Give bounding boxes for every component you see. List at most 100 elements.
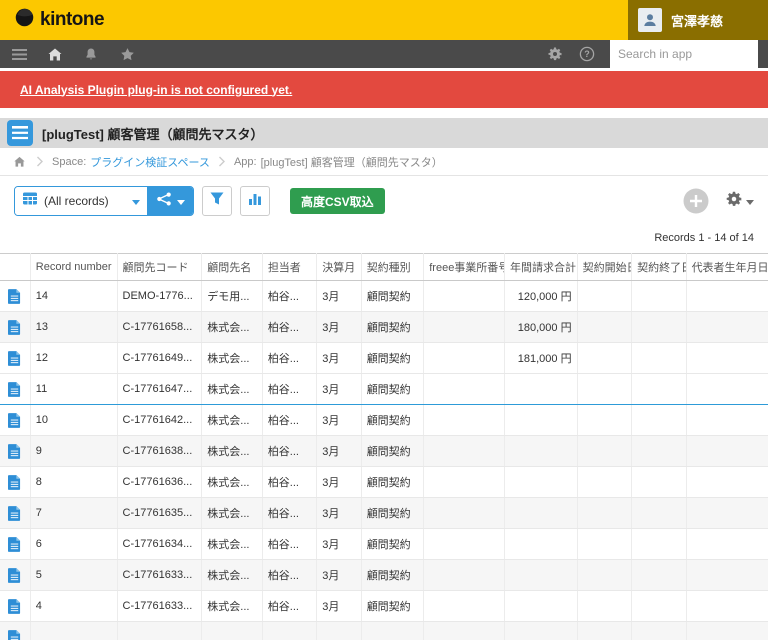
cell-client_code: C-17761649...	[117, 343, 202, 374]
cell-empty	[317, 622, 361, 640]
column-header[interactable]: 契約終了日	[632, 254, 686, 281]
table-row: 6C-17761634...株式会...柏谷...3月顧問契約	[0, 529, 768, 560]
record-detail-icon[interactable]	[8, 382, 21, 397]
favorites-star-icon[interactable]	[118, 45, 136, 63]
app-settings-button[interactable]	[725, 190, 754, 213]
record-detail-icon[interactable]	[8, 537, 21, 552]
settings-gear-icon[interactable]	[546, 45, 564, 63]
cell-rep_birthday	[686, 281, 768, 312]
cell-freee_office_no	[424, 312, 505, 343]
cell-record_number: 11	[30, 374, 117, 405]
view-selector[interactable]: (All records)	[15, 187, 147, 215]
user-menu[interactable]: 宮澤孝慈	[628, 0, 768, 40]
kintone-logo[interactable]: kintone	[14, 7, 104, 33]
cell-client_name: 株式会...	[202, 591, 263, 622]
column-header[interactable]: 年間請求合計	[504, 254, 577, 281]
cell-contract_start	[577, 405, 631, 436]
chevron-down-icon	[746, 192, 754, 210]
cell-empty	[632, 622, 686, 640]
column-header[interactable]: 顧問先コード	[117, 254, 202, 281]
view-toolbar: (All records) 高度CSV取込	[0, 186, 768, 216]
column-header[interactable]: 顧問先名	[202, 254, 263, 281]
help-icon[interactable]: ?	[578, 45, 596, 63]
filter-button[interactable]	[202, 186, 232, 216]
bar-chart-icon	[247, 191, 263, 211]
cell-staff: 柏谷...	[262, 405, 316, 436]
cell-contract_end	[632, 405, 686, 436]
record-detail-icon[interactable]	[8, 289, 21, 304]
cell-freee_office_no	[424, 529, 505, 560]
csv-import-button[interactable]: 高度CSV取込	[290, 188, 385, 214]
records-table-wrap: Record number顧問先コード顧問先名担当者決算月契約種別freee事業…	[0, 253, 768, 640]
cell-empty	[30, 622, 117, 640]
cell-client_name: 株式会...	[202, 374, 263, 405]
cell-freee_office_no	[424, 436, 505, 467]
record-detail-icon[interactable]	[8, 630, 21, 640]
cell-record_number: 13	[30, 312, 117, 343]
cell-freee_office_no	[424, 343, 505, 374]
cell-contract_type: 顧問契約	[361, 374, 424, 405]
cell-record_number: 7	[30, 498, 117, 529]
record-detail-icon[interactable]	[8, 475, 21, 490]
cell-client_name: 株式会...	[202, 498, 263, 529]
column-header[interactable]: 契約開始日	[577, 254, 631, 281]
cell-rep_birthday	[686, 560, 768, 591]
cell-contract_end	[632, 374, 686, 405]
cell-fiscal_month: 3月	[317, 498, 361, 529]
cell-contract_end	[632, 467, 686, 498]
cell-client_code: C-17761633...	[117, 591, 202, 622]
column-header[interactable]: 代表者生年月日	[686, 254, 768, 281]
cell-freee_office_no	[424, 560, 505, 591]
record-detail-icon[interactable]	[8, 320, 21, 335]
cell-fiscal_month: 3月	[317, 467, 361, 498]
breadcrumb-app-name: [plugTest] 顧客管理（顧問先マスタ）	[261, 154, 443, 170]
cell-client_code: C-17761636...	[117, 467, 202, 498]
record-detail-icon[interactable]	[8, 568, 21, 583]
column-header[interactable]: Record number	[30, 254, 117, 281]
filter-funnel-icon	[209, 191, 225, 211]
breadcrumb: Space: プラグイン検証スペース App: [plugTest] 顧客管理（…	[0, 148, 768, 176]
notifications-bell-icon[interactable]	[82, 45, 100, 63]
hamburger-menu-icon[interactable]	[10, 45, 28, 63]
table-view-icon	[22, 191, 38, 211]
cell-client_name: 株式会...	[202, 560, 263, 591]
cell-annual_total: 120,000 円	[504, 281, 577, 312]
table-row: 8C-17761636...株式会...柏谷...3月顧問契約	[0, 467, 768, 498]
column-header[interactable]: freee事業所番号	[424, 254, 505, 281]
toolbar-right	[683, 188, 754, 214]
cell-record_number: 9	[30, 436, 117, 467]
home-icon[interactable]	[46, 45, 64, 63]
cell-client_code: C-17761642...	[117, 405, 202, 436]
cell-contract_type: 顧問契約	[361, 405, 424, 436]
record-detail-icon[interactable]	[8, 351, 21, 366]
cell-rep_birthday	[686, 374, 768, 405]
column-header[interactable]: 契約種別	[361, 254, 424, 281]
breadcrumb-home-icon[interactable]	[10, 153, 28, 171]
chart-button[interactable]	[240, 186, 270, 216]
column-header[interactable]: 決算月	[317, 254, 361, 281]
cell-record_number: 14	[30, 281, 117, 312]
search-input[interactable]	[610, 40, 758, 68]
record-detail-icon[interactable]	[8, 444, 21, 459]
table-row: 13C-17761658...株式会...柏谷...3月顧問契約180,000 …	[0, 312, 768, 343]
cell-contract_end	[632, 343, 686, 374]
user-avatar-icon	[638, 8, 662, 32]
record-detail-icon[interactable]	[8, 506, 21, 521]
breadcrumb-space-link[interactable]: プラグイン検証スペース	[90, 154, 210, 170]
column-header[interactable]: 担当者	[262, 254, 316, 281]
cell-annual_total	[504, 560, 577, 591]
cell-contract_start	[577, 312, 631, 343]
cell-rep_birthday	[686, 529, 768, 560]
record-detail-icon[interactable]	[8, 413, 21, 428]
cell-freee_office_no	[424, 405, 505, 436]
plugin-alert-banner: AI Analysis Plugin plug-in is not config…	[0, 71, 768, 108]
plugin-alert-link[interactable]: AI Analysis Plugin plug-in is not config…	[20, 83, 292, 97]
table-row: 5C-17761633...株式会...柏谷...3月顧問契約	[0, 560, 768, 591]
add-record-button[interactable]	[683, 188, 709, 214]
cell-client_code: C-17761647...	[117, 374, 202, 405]
record-detail-icon[interactable]	[8, 599, 21, 614]
cell-empty	[361, 622, 424, 640]
cell-staff: 柏谷...	[262, 343, 316, 374]
cell-contract_type: 顧問契約	[361, 467, 424, 498]
graph-view-button[interactable]	[147, 187, 193, 215]
